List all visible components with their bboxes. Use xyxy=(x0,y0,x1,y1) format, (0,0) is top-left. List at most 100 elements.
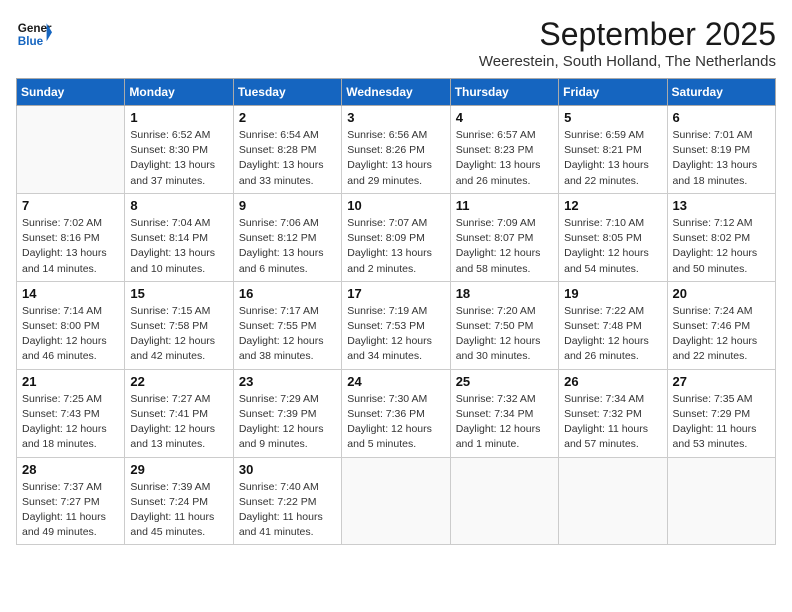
day-number: 2 xyxy=(239,110,336,125)
day-info: Sunrise: 7:27 AMSunset: 7:41 PMDaylight:… xyxy=(130,392,227,453)
day-number: 28 xyxy=(22,462,119,477)
day-cell: 23Sunrise: 7:29 AMSunset: 7:39 PMDayligh… xyxy=(233,369,341,457)
day-number: 29 xyxy=(130,462,227,477)
week-row-1: 1 Sunrise: 6:52 AMSunset: 8:30 PMDaylight… xyxy=(17,106,776,194)
weekday-header-sunday: Sunday xyxy=(17,79,125,106)
day-cell: 24 Sunrise: 7:30 AMSunset: 7:36 PMDayligh… xyxy=(342,369,450,457)
day-cell: 14 Sunrise: 7:14 AMSunset: 8:00 PMDayligh… xyxy=(17,281,125,369)
day-cell: 12Sunrise: 7:10 AMSunset: 8:05 PMDayligh… xyxy=(559,193,667,281)
day-cell: 29 Sunrise: 7:39 AMSunset: 7:24 PMDayligh… xyxy=(125,457,233,545)
week-row-5: 28 Sunrise: 7:37 AMSunset: 7:27 PMDayligh… xyxy=(17,457,776,545)
day-info: Sunrise: 7:32 AMSunset: 7:34 PMDaylight:… xyxy=(456,392,553,453)
week-row-4: 21 Sunrise: 7:25 AMSunset: 7:43 PMDayligh… xyxy=(17,369,776,457)
day-cell: 27 Sunrise: 7:35 AMSunset: 7:29 PMDayligh… xyxy=(667,369,775,457)
day-cell: 9Sunrise: 7:06 AMSunset: 8:12 PMDaylight… xyxy=(233,193,341,281)
day-info: Sunrise: 7:14 AMSunset: 8:00 PMDaylight:… xyxy=(22,304,119,365)
day-info: Sunrise: 7:19 AMSunset: 7:53 PMDaylight:… xyxy=(347,304,444,365)
day-cell xyxy=(450,457,558,545)
day-cell: 30 Sunrise: 7:40 AMSunset: 7:22 PMDayligh… xyxy=(233,457,341,545)
day-number: 30 xyxy=(239,462,336,477)
day-number: 10 xyxy=(347,198,444,213)
day-number: 16 xyxy=(239,286,336,301)
day-number: 13 xyxy=(673,198,770,213)
day-info: Sunrise: 6:52 AMSunset: 8:30 PMDaylight:… xyxy=(130,128,227,189)
day-cell xyxy=(559,457,667,545)
day-info: Sunrise: 7:04 AMSunset: 8:14 PMDaylight:… xyxy=(130,216,227,277)
day-cell: 7Sunrise: 7:02 AMSunset: 8:16 PMDaylight… xyxy=(17,193,125,281)
weekday-header-wednesday: Wednesday xyxy=(342,79,450,106)
day-info: Sunrise: 7:02 AMSunset: 8:16 PMDaylight:… xyxy=(22,216,119,277)
day-cell: 16 Sunrise: 7:17 AMSunset: 7:55 PMDayligh… xyxy=(233,281,341,369)
day-cell: 1 Sunrise: 6:52 AMSunset: 8:30 PMDaylight… xyxy=(125,106,233,194)
day-info: Sunrise: 7:37 AMSunset: 7:27 PMDaylight:… xyxy=(22,480,119,541)
day-number: 17 xyxy=(347,286,444,301)
day-number: 26 xyxy=(564,374,661,389)
day-cell xyxy=(17,106,125,194)
day-number: 25 xyxy=(456,374,553,389)
day-cell: 18 Sunrise: 7:20 AMSunset: 7:50 PMDayligh… xyxy=(450,281,558,369)
day-cell: 21 Sunrise: 7:25 AMSunset: 7:43 PMDayligh… xyxy=(17,369,125,457)
location-title: Weerestein, South Holland, The Netherlan… xyxy=(479,53,776,70)
day-info: Sunrise: 6:59 AMSunset: 8:21 PMDaylight:… xyxy=(564,128,661,189)
day-info: Sunrise: 7:22 AMSunset: 7:48 PMDaylight:… xyxy=(564,304,661,365)
day-info: Sunrise: 7:09 AMSunset: 8:07 PMDaylight:… xyxy=(456,216,553,277)
day-cell: 6 Sunrise: 7:01 AMSunset: 8:19 PMDaylight… xyxy=(667,106,775,194)
month-title: September 2025 xyxy=(479,16,776,53)
day-info: Sunrise: 7:30 AMSunset: 7:36 PMDaylight:… xyxy=(347,392,444,453)
day-number: 8 xyxy=(130,198,227,213)
weekday-header-row: SundayMondayTuesdayWednesdayThursdayFrid… xyxy=(17,79,776,106)
day-number: 22 xyxy=(130,374,227,389)
weekday-header-monday: Monday xyxy=(125,79,233,106)
day-info: Sunrise: 6:54 AMSunset: 8:28 PMDaylight:… xyxy=(239,128,336,189)
weekday-header-friday: Friday xyxy=(559,79,667,106)
weekday-header-saturday: Saturday xyxy=(667,79,775,106)
day-cell: 3 Sunrise: 6:56 AMSunset: 8:26 PMDaylight… xyxy=(342,106,450,194)
day-cell: 28 Sunrise: 7:37 AMSunset: 7:27 PMDayligh… xyxy=(17,457,125,545)
day-number: 6 xyxy=(673,110,770,125)
day-number: 11 xyxy=(456,198,553,213)
day-number: 18 xyxy=(456,286,553,301)
day-number: 1 xyxy=(130,110,227,125)
day-cell: 19Sunrise: 7:22 AMSunset: 7:48 PMDayligh… xyxy=(559,281,667,369)
day-info: Sunrise: 7:34 AMSunset: 7:32 PMDaylight:… xyxy=(564,392,661,453)
day-info: Sunrise: 7:25 AMSunset: 7:43 PMDaylight:… xyxy=(22,392,119,453)
day-info: Sunrise: 7:10 AMSunset: 8:05 PMDaylight:… xyxy=(564,216,661,277)
day-number: 27 xyxy=(673,374,770,389)
day-number: 3 xyxy=(347,110,444,125)
day-info: Sunrise: 7:15 AMSunset: 7:58 PMDaylight:… xyxy=(130,304,227,365)
day-cell: 4Sunrise: 6:57 AMSunset: 8:23 PMDaylight… xyxy=(450,106,558,194)
weekday-header-thursday: Thursday xyxy=(450,79,558,106)
day-number: 14 xyxy=(22,286,119,301)
logo: General Blue xyxy=(16,16,52,52)
day-number: 5 xyxy=(564,110,661,125)
day-cell: 8 Sunrise: 7:04 AMSunset: 8:14 PMDaylight… xyxy=(125,193,233,281)
svg-text:Blue: Blue xyxy=(18,35,44,48)
day-cell: 2 Sunrise: 6:54 AMSunset: 8:28 PMDaylight… xyxy=(233,106,341,194)
day-cell: 15 Sunrise: 7:15 AMSunset: 7:58 PMDayligh… xyxy=(125,281,233,369)
day-cell: 20 Sunrise: 7:24 AMSunset: 7:46 PMDayligh… xyxy=(667,281,775,369)
day-info: Sunrise: 7:24 AMSunset: 7:46 PMDaylight:… xyxy=(673,304,770,365)
day-info: Sunrise: 7:29 AMSunset: 7:39 PMDaylight:… xyxy=(239,392,336,453)
title-area: September 2025 Weerestein, South Holland… xyxy=(479,16,776,70)
day-info: Sunrise: 6:56 AMSunset: 8:26 PMDaylight:… xyxy=(347,128,444,189)
day-info: Sunrise: 7:35 AMSunset: 7:29 PMDaylight:… xyxy=(673,392,770,453)
day-cell: 13Sunrise: 7:12 AMSunset: 8:02 PMDayligh… xyxy=(667,193,775,281)
day-info: Sunrise: 7:06 AMSunset: 8:12 PMDaylight:… xyxy=(239,216,336,277)
day-cell xyxy=(667,457,775,545)
day-number: 20 xyxy=(673,286,770,301)
day-info: Sunrise: 7:17 AMSunset: 7:55 PMDaylight:… xyxy=(239,304,336,365)
day-cell: 10Sunrise: 7:07 AMSunset: 8:09 PMDayligh… xyxy=(342,193,450,281)
day-cell xyxy=(342,457,450,545)
day-cell: 11 Sunrise: 7:09 AMSunset: 8:07 PMDayligh… xyxy=(450,193,558,281)
day-info: Sunrise: 7:39 AMSunset: 7:24 PMDaylight:… xyxy=(130,480,227,541)
day-info: Sunrise: 7:20 AMSunset: 7:50 PMDaylight:… xyxy=(456,304,553,365)
day-cell: 5 Sunrise: 6:59 AMSunset: 8:21 PMDaylight… xyxy=(559,106,667,194)
day-info: Sunrise: 7:01 AMSunset: 8:19 PMDaylight:… xyxy=(673,128,770,189)
day-info: Sunrise: 6:57 AMSunset: 8:23 PMDaylight:… xyxy=(456,128,553,189)
day-cell: 17 Sunrise: 7:19 AMSunset: 7:53 PMDayligh… xyxy=(342,281,450,369)
day-info: Sunrise: 7:40 AMSunset: 7:22 PMDaylight:… xyxy=(239,480,336,541)
day-number: 15 xyxy=(130,286,227,301)
day-number: 21 xyxy=(22,374,119,389)
day-number: 24 xyxy=(347,374,444,389)
week-row-2: 7Sunrise: 7:02 AMSunset: 8:16 PMDaylight… xyxy=(17,193,776,281)
